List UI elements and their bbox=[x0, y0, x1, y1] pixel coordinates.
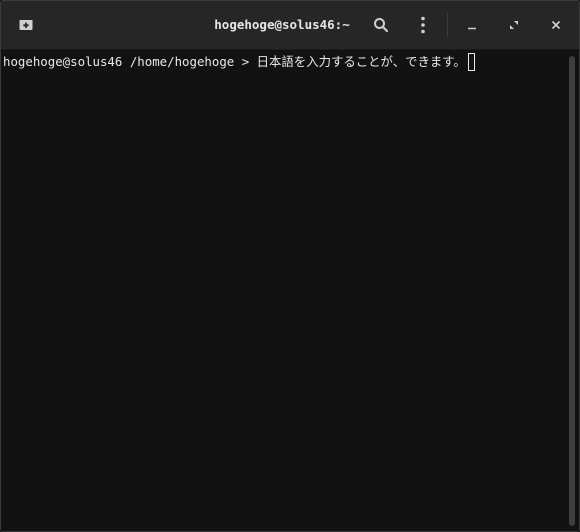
terminal-window: hogehoge@solus46:~ hogehoge@solus46 /hom… bbox=[0, 0, 580, 532]
text-cursor bbox=[467, 53, 475, 71]
maximize-icon bbox=[510, 21, 518, 29]
terminal-area[interactable]: hogehoge@solus46 /home/hogehoge > 日本語を入力… bbox=[1, 50, 579, 531]
minimize-icon bbox=[468, 27, 476, 30]
close-button[interactable] bbox=[543, 1, 569, 49]
scrollbar[interactable] bbox=[569, 56, 575, 526]
header-separator bbox=[447, 13, 448, 37]
typed-input: 日本語を入力することが、できます。 bbox=[256, 54, 466, 69]
window-title: hogehoge@solus46:~ bbox=[214, 17, 350, 32]
prompt: hogehoge@solus46 /home/hogehoge > bbox=[3, 54, 257, 69]
maximize-button[interactable] bbox=[501, 1, 527, 49]
search-button[interactable] bbox=[365, 1, 397, 49]
new-tab-icon bbox=[19, 20, 33, 30]
close-icon bbox=[551, 20, 561, 30]
menu-button[interactable] bbox=[409, 1, 437, 49]
title-bar: hogehoge@solus46:~ bbox=[1, 1, 579, 50]
search-icon bbox=[374, 18, 389, 33]
command-line: hogehoge@solus46 /home/hogehoge > 日本語を入力… bbox=[3, 52, 475, 72]
new-tab-button[interactable] bbox=[11, 1, 41, 49]
minimize-button[interactable] bbox=[459, 1, 485, 49]
kebab-menu-icon bbox=[421, 16, 425, 34]
